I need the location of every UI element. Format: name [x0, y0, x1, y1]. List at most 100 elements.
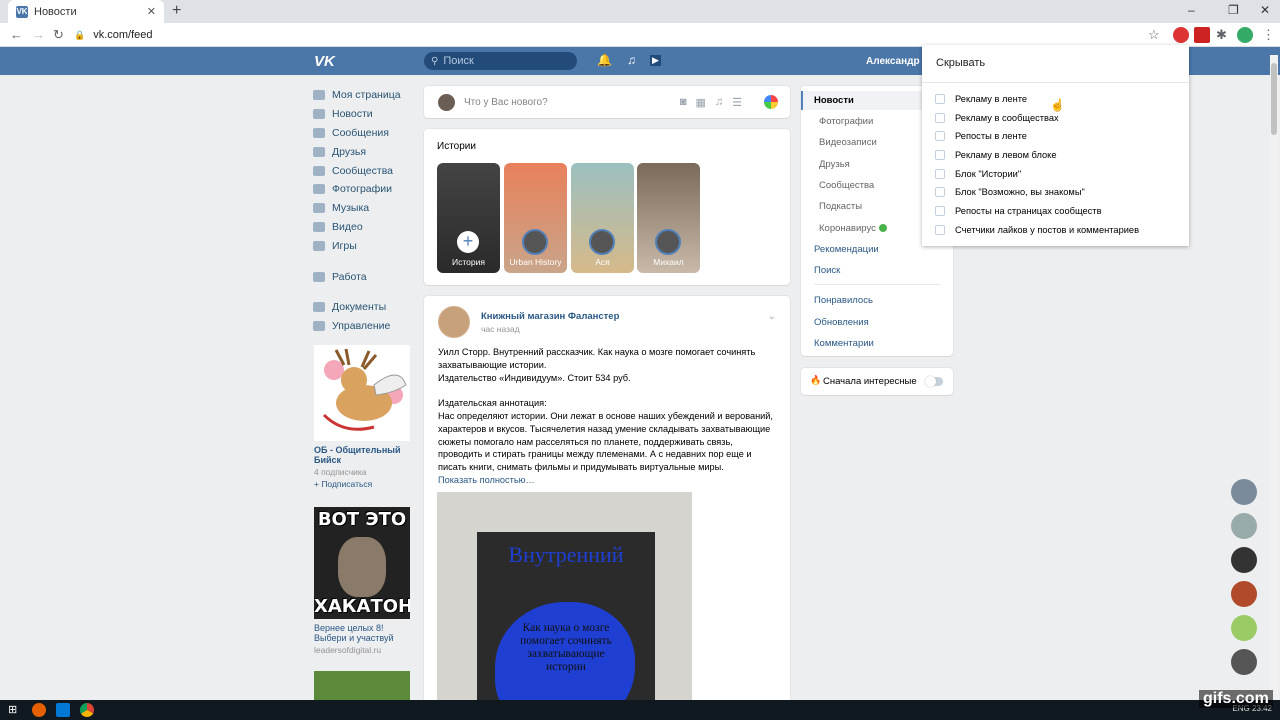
menu-item-games[interactable]: Игры	[313, 236, 413, 255]
window-close-button[interactable]: ✕	[1260, 3, 1270, 17]
camera-icon[interactable]: ◙	[680, 96, 687, 109]
new-tab-button[interactable]: +	[172, 2, 181, 20]
user-name[interactable]: Александр	[866, 56, 920, 67]
hide-option[interactable]: Счетчики лайков у постов и комментариев	[935, 225, 1139, 235]
filter-search[interactable]: Поиск	[814, 265, 840, 276]
filter-comments[interactable]: Комментарии	[814, 338, 874, 349]
bookmark-star-icon[interactable]: ☆	[1148, 27, 1160, 43]
minimize-button[interactable]: –	[1188, 3, 1195, 17]
ad-block-1[interactable]: ОБ - Общительный Бийск 4 подписчика + По…	[314, 345, 410, 489]
menu-item-work[interactable]: Работа	[313, 267, 413, 286]
menu-item-my-page[interactable]: Моя страница	[313, 86, 413, 105]
filter-friends[interactable]: Друзья	[819, 159, 850, 170]
play-icon[interactable]: ▶	[650, 55, 661, 66]
interesting-toggle[interactable]	[925, 376, 943, 387]
ad-title[interactable]: Вернее целых 8! Выбери и участвуй	[314, 623, 410, 643]
music-icon[interactable]: ♫	[715, 96, 723, 109]
filter-updates[interactable]: Обновления	[814, 317, 869, 328]
menu-item-communities[interactable]: Сообщества	[313, 161, 413, 180]
video-icon[interactable]: ▦	[695, 96, 705, 109]
filter-podcasts[interactable]: Подкасты	[819, 201, 862, 212]
post-time[interactable]: час назад	[481, 324, 520, 334]
story-item[interactable]: + История	[437, 163, 500, 273]
menu-item-friends[interactable]: Друзья	[313, 142, 413, 161]
browser-tab[interactable]: VK Новости ✕	[8, 0, 164, 23]
chrome-icon[interactable]	[80, 703, 94, 717]
add-story-icon[interactable]: +	[457, 231, 479, 253]
avatar[interactable]	[1231, 581, 1257, 607]
menu-item-video[interactable]: Видео	[313, 218, 413, 237]
profile-avatar[interactable]	[1237, 27, 1253, 43]
post-color-icon[interactable]	[764, 95, 778, 109]
checkbox[interactable]	[935, 150, 945, 160]
filter-coronavirus[interactable]: Коронавирус	[819, 223, 887, 234]
url-field[interactable]: 🔒 vk.com/feed	[74, 25, 1164, 45]
menu-item-management[interactable]: Управление	[313, 317, 413, 336]
checkbox[interactable]	[935, 206, 945, 216]
new-post-box[interactable]: Что у Вас нового? ◙ ▦ ♫ ☰	[424, 86, 790, 118]
filter-videos[interactable]: Видеозаписи	[819, 137, 877, 148]
checkbox[interactable]	[935, 94, 945, 104]
menu-item-documents[interactable]: Документы	[313, 298, 413, 317]
page-scrollbar[interactable]	[1270, 55, 1278, 700]
filter-photos[interactable]: Фотографии	[819, 116, 873, 127]
menu-item-photos[interactable]: Фотографии	[313, 180, 413, 199]
vscode-icon[interactable]	[56, 703, 70, 717]
extension-counter-icon[interactable]	[1194, 27, 1210, 43]
post-author[interactable]: Книжный магазин Фаланстер	[481, 311, 619, 322]
filter-news[interactable]: Новости	[814, 95, 854, 106]
music-icon[interactable]: ♫	[627, 53, 636, 67]
subscribe-link[interactable]: + Подписаться	[314, 479, 410, 489]
ad-title[interactable]: ОБ - Общительный Бийск	[314, 445, 410, 465]
story-item[interactable]: Ася	[571, 163, 634, 273]
avatar[interactable]	[1231, 547, 1257, 573]
hide-option[interactable]: Репосты в ленте	[935, 131, 1027, 141]
checkbox[interactable]	[935, 131, 945, 141]
avatar[interactable]	[1231, 615, 1257, 641]
scroll-thumb[interactable]	[1271, 63, 1277, 135]
checkbox[interactable]	[935, 225, 945, 235]
hide-option[interactable]: Рекламу в левом блоке	[935, 150, 1057, 160]
menu-item-news[interactable]: Новости	[313, 105, 413, 124]
tab-close-icon[interactable]: ✕	[147, 5, 156, 18]
browser-menu-icon[interactable]: ⋮	[1262, 27, 1275, 43]
hide-option[interactable]: Репосты на страницах сообществ	[935, 206, 1102, 216]
menu-item-music[interactable]: Музыка	[313, 199, 413, 218]
author-avatar[interactable]	[438, 306, 470, 338]
checkbox[interactable]	[935, 113, 945, 123]
show-more-link[interactable]: Показать полностью…	[438, 474, 778, 487]
interesting-first-toggle-row[interactable]: 🔥 Сначала интересные	[801, 368, 953, 395]
article-icon[interactable]: ☰	[732, 96, 742, 109]
filter-liked[interactable]: Понравилось	[814, 295, 873, 306]
checkbox[interactable]	[935, 187, 945, 197]
windows-start-icon[interactable]: ⊞	[8, 703, 22, 717]
ad-block-2[interactable]: ВОТ ЭТО ХАКАТОН Вернее целых 8! Выбери и…	[314, 507, 410, 655]
avatar[interactable]	[1231, 513, 1257, 539]
ad-image-meme[interactable]: ВОТ ЭТО ХАКАТОН	[314, 507, 410, 619]
reload-icon[interactable]: ↻	[53, 27, 64, 43]
checkbox[interactable]	[935, 169, 945, 179]
extension-icon[interactable]	[1173, 27, 1189, 43]
menu-item-messages[interactable]: Сообщения	[313, 124, 413, 143]
extensions-puzzle-icon[interactable]: ✱	[1216, 27, 1227, 43]
hide-option[interactable]: Блок "Возможно, вы знакомы"	[935, 187, 1085, 197]
story-item[interactable]: Urban History	[504, 163, 567, 273]
chevron-down-icon[interactable]: ⌄	[768, 311, 776, 322]
new-post-placeholder[interactable]: Что у Вас нового?	[464, 97, 548, 108]
firefox-icon[interactable]	[32, 703, 46, 717]
vk-logo[interactable]: VK	[314, 53, 335, 70]
hide-option[interactable]: Рекламу в ленте	[935, 94, 1027, 104]
filter-recommendations[interactable]: Рекомендации	[814, 244, 879, 255]
notifications-bell-icon[interactable]: 🔔	[597, 53, 612, 67]
filter-communities[interactable]: Сообщества	[819, 180, 874, 191]
hide-option[interactable]: Блок "Истории"	[935, 169, 1021, 179]
maximize-button[interactable]: ❐	[1228, 3, 1239, 17]
post-image[interactable]: Внутренний Как наука о мозге помогает со…	[437, 492, 692, 720]
avatar[interactable]	[1231, 649, 1257, 675]
forward-icon[interactable]: →	[32, 27, 45, 42]
ad-image-deer[interactable]	[314, 345, 410, 441]
hide-option[interactable]: Рекламу в сообществах	[935, 113, 1059, 123]
search-input[interactable]: ⚲ Поиск	[424, 52, 577, 70]
back-icon[interactable]: ←	[10, 27, 23, 42]
story-item[interactable]: Михаил	[637, 163, 700, 273]
